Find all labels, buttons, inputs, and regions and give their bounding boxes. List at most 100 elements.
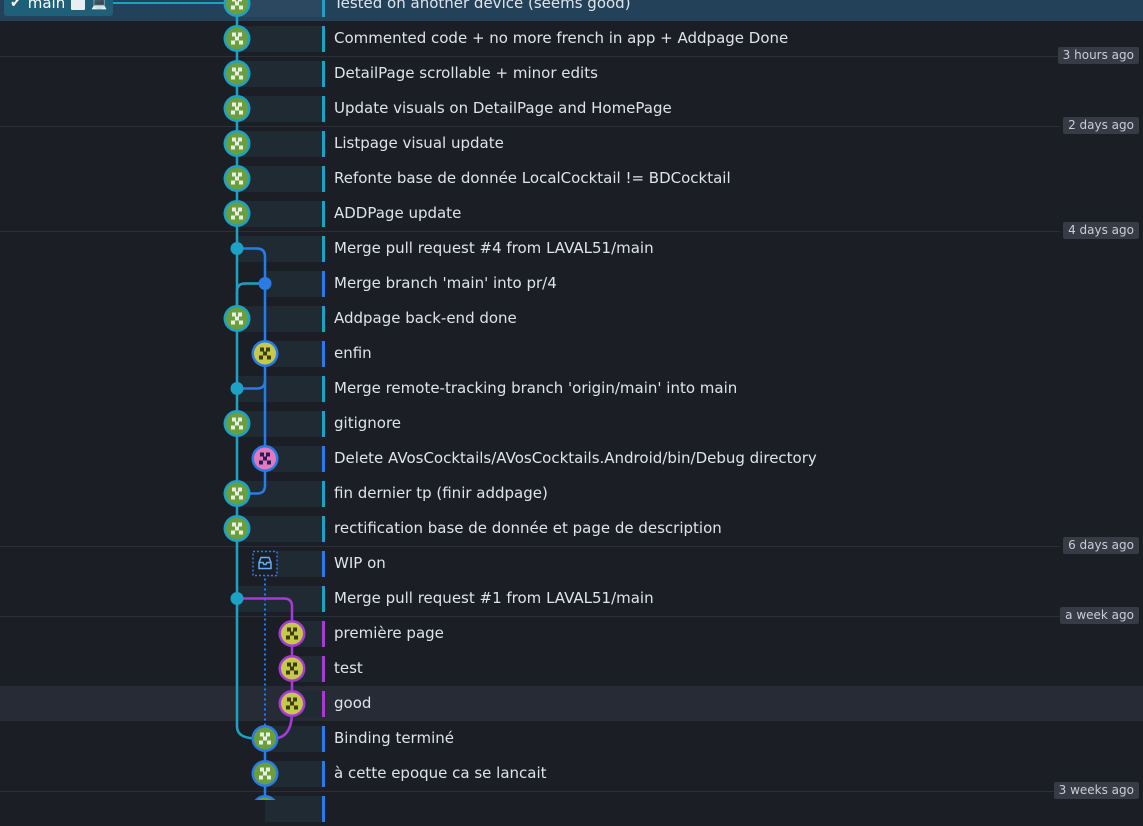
commit-graph [110,0,306,800]
avatar-pixel [231,110,235,115]
avatar-pixel [232,417,236,422]
avatar-pixel [232,102,236,107]
avatar-pixel [286,635,290,640]
avatar-pixel [260,347,264,352]
checkbox-icon [71,0,86,10]
avatar-pixel [293,697,297,702]
avatar-pixel [231,145,235,150]
avatar-pixel [239,215,243,220]
avatar-pixel [235,526,239,531]
avatar-pixel [259,740,263,745]
avatar-pixel [235,71,239,76]
branch-name: main [27,0,66,12]
avatar-pixel [266,347,270,352]
avatar-pixel [267,775,271,780]
avatar-pixel [235,36,239,41]
avatar-pixel [238,0,242,2]
laptop-icon: 💻 [91,0,108,11]
avatar-pixel [263,736,267,741]
avatar-pixel [238,417,242,422]
avatar-pixel [238,137,242,142]
avatar-pixel [239,40,243,45]
avatar-pixel [239,145,243,150]
avatar-pixel [290,631,294,636]
avatar-pixel [238,312,242,317]
merge-commit-dot [230,592,244,605]
merge-commit-dot [258,277,272,290]
avatar-pixel [263,351,267,356]
avatar-pixel [232,32,236,37]
avatar-pixel [267,740,271,745]
branch-tag-main[interactable]: ✔ main 💻 [4,0,114,16]
wip-node [252,550,278,577]
avatar-pixel [235,316,239,321]
merge-commit-dot [230,382,244,395]
avatar-pixel [238,487,242,492]
avatar-pixel [232,137,236,142]
avatar-pixel [260,767,264,772]
avatar-pixel [238,522,242,527]
avatar-pixel [259,355,263,360]
avatar-pixel [238,172,242,177]
avatar-pixel [259,775,263,780]
avatar-pixel [294,705,298,710]
merge-commit-dot [230,242,244,255]
avatar-pixel [235,106,239,111]
avatar-pixel [232,207,236,212]
avatar-pixel [235,176,239,181]
avatar-pixel [239,530,243,535]
avatar-pixel [238,67,242,72]
avatar-pixel [239,320,243,325]
avatar-pixel [231,180,235,185]
avatar-pixel [290,666,294,671]
avatar-pixel [231,495,235,500]
avatar-pixel [260,452,264,457]
avatar-pixel [238,207,242,212]
avatar-pixel [238,32,242,37]
avatar-pixel [260,732,264,737]
avatar-pixel [231,40,235,45]
avatar-pixel [231,5,235,10]
avatar-pixel [232,487,236,492]
avatar-pixel [231,215,235,220]
avatar-pixel [287,627,291,632]
avatar-pixel [232,312,236,317]
avatar-pixel [235,211,239,216]
avatar-pixel [286,670,290,675]
avatar-pixel [239,75,243,80]
avatar-pixel [235,491,239,496]
avatar-pixel [232,0,236,2]
avatar-pixel [239,495,243,500]
avatar-pixel [266,452,270,457]
avatar-pixel [294,670,298,675]
avatar-pixel [235,141,239,146]
avatar-pixel [231,75,235,80]
avatar-pixel [235,421,239,426]
avatar-pixel [239,110,243,115]
avatar-pixel [231,320,235,325]
avatar-pixel [232,522,236,527]
avatar-pixel [286,705,290,710]
avatar-pixel [231,425,235,430]
avatar-pixel [287,697,291,702]
avatar-pixel [235,1,239,6]
avatar-pixel [266,767,270,772]
avatar-pixel [238,102,242,107]
avatar-pixel [267,355,271,360]
avatar-pixel [231,530,235,535]
avatar-pixel [293,627,297,632]
avatar-pixel [232,172,236,177]
avatar-pixel [239,5,243,10]
avatar-pixel [239,180,243,185]
avatar-pixel [287,662,291,667]
avatar-pixel [293,662,297,667]
checkmark-icon: ✔ [10,0,22,11]
avatar-pixel [259,460,263,465]
avatar-pixel [263,456,267,461]
avatar-pixel [232,67,236,72]
avatar-pixel [294,635,298,640]
avatar-pixel [267,460,271,465]
avatar-pixel [266,732,270,737]
avatar-pixel [263,771,267,776]
avatar-pixel [239,425,243,430]
